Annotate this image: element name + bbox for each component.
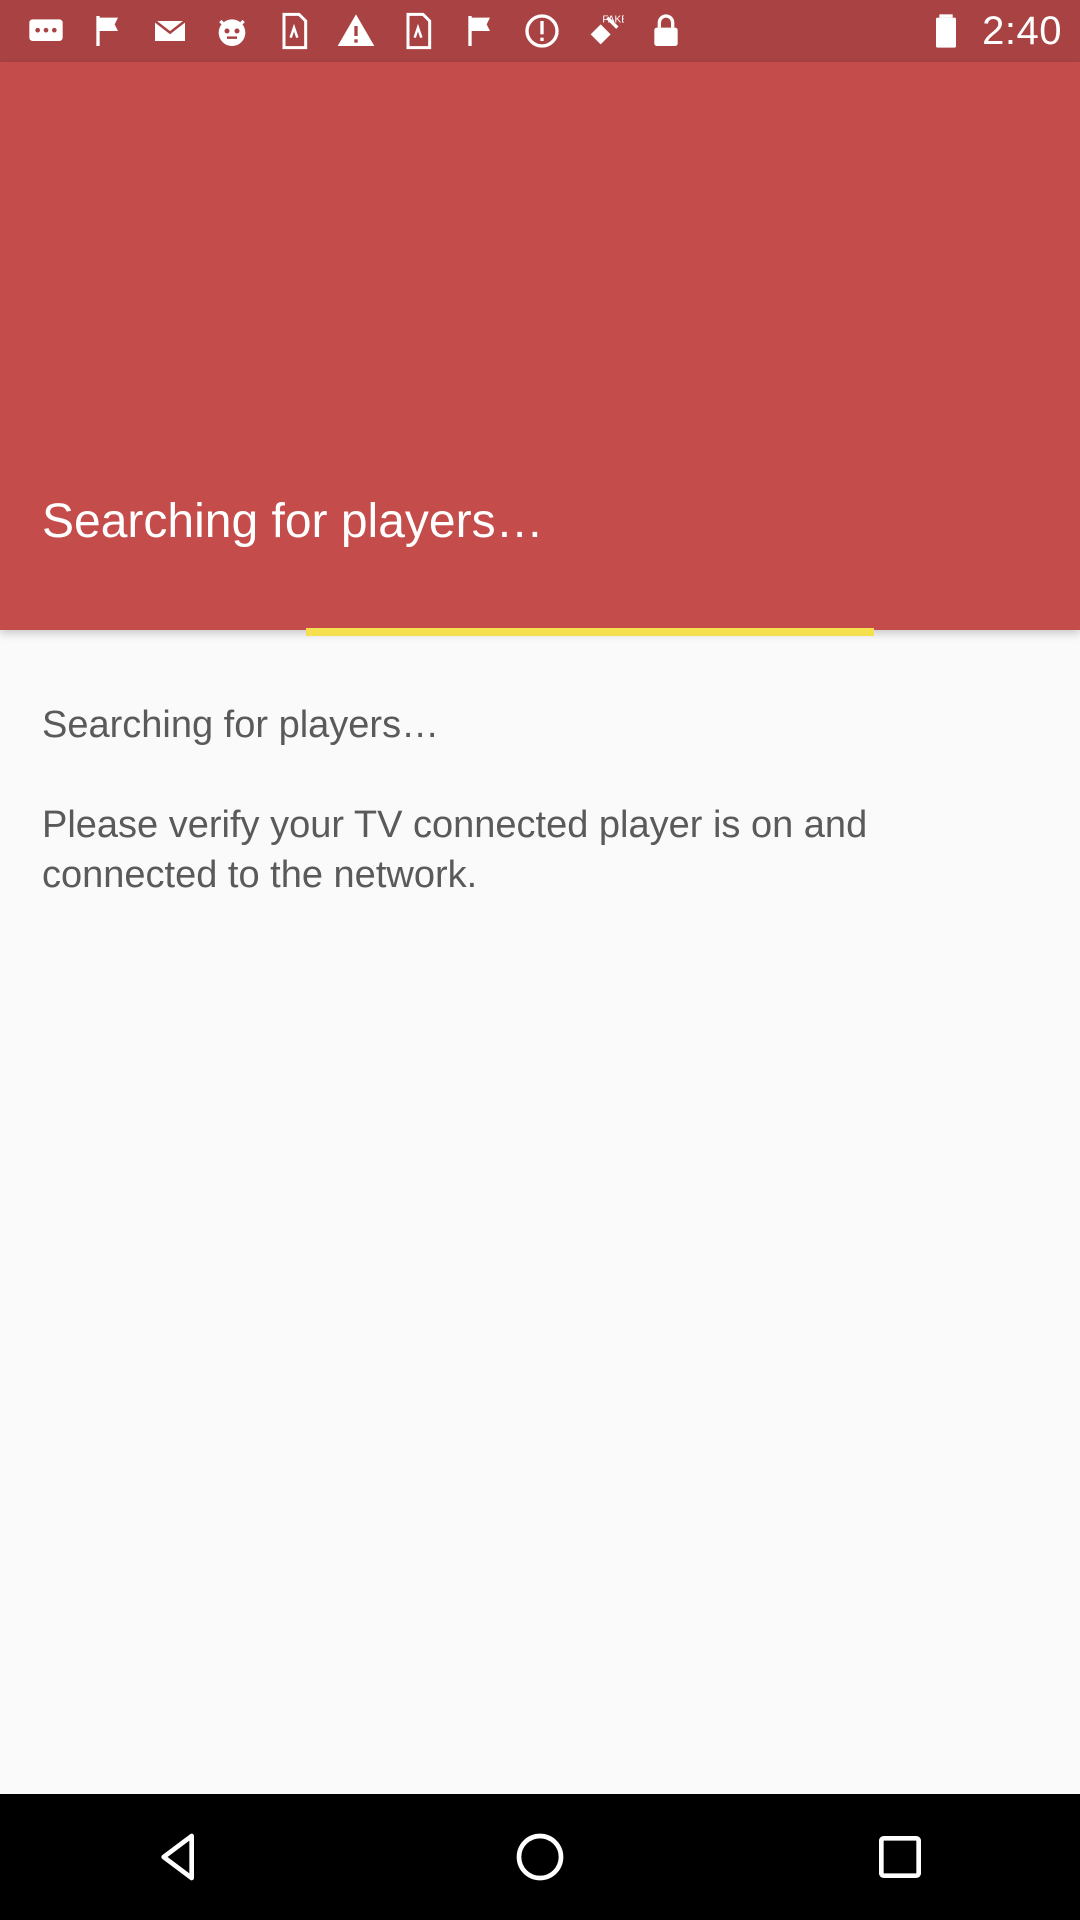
status-message: Searching for players… [42,704,440,746]
sim-card-icon [272,9,316,53]
message-panel: Searching for players… Please verify you… [42,700,1038,900]
status-right: 2:40 [924,9,1062,54]
mascot-icon [210,9,254,53]
recents-button[interactable] [845,1802,955,1912]
help-message: Please verify your TV connected player i… [42,804,868,896]
status-icons: FAKE [24,9,688,53]
progress-indicator [306,628,874,636]
back-button[interactable] [125,1802,235,1912]
screen: FAKE 2:40 Searching for players… Searchi… [0,0,1080,1920]
lock-icon [644,9,688,53]
chat-bubble-icon [24,9,68,53]
fake-badge: FAKE [602,15,624,26]
header-title: Searching for players… [42,495,544,548]
navigation-bar [0,1794,1080,1920]
app-header: Searching for players… [0,62,1080,636]
sim-card-icon [396,9,440,53]
home-button[interactable] [485,1802,595,1912]
info-icon [520,9,564,53]
email-icon [148,9,192,53]
recents-square-icon [879,1836,921,1878]
status-time: 2:40 [982,8,1062,53]
battery-icon [924,9,968,53]
status-bar: FAKE 2:40 [0,0,1080,62]
home-circle-icon [516,1833,564,1881]
progress-bar [0,628,1080,636]
satellite-icon: FAKE [582,9,626,53]
back-triangle-icon [161,1833,195,1881]
flag-icon [86,9,130,53]
flag-icon [458,9,502,53]
warning-icon [334,9,378,53]
